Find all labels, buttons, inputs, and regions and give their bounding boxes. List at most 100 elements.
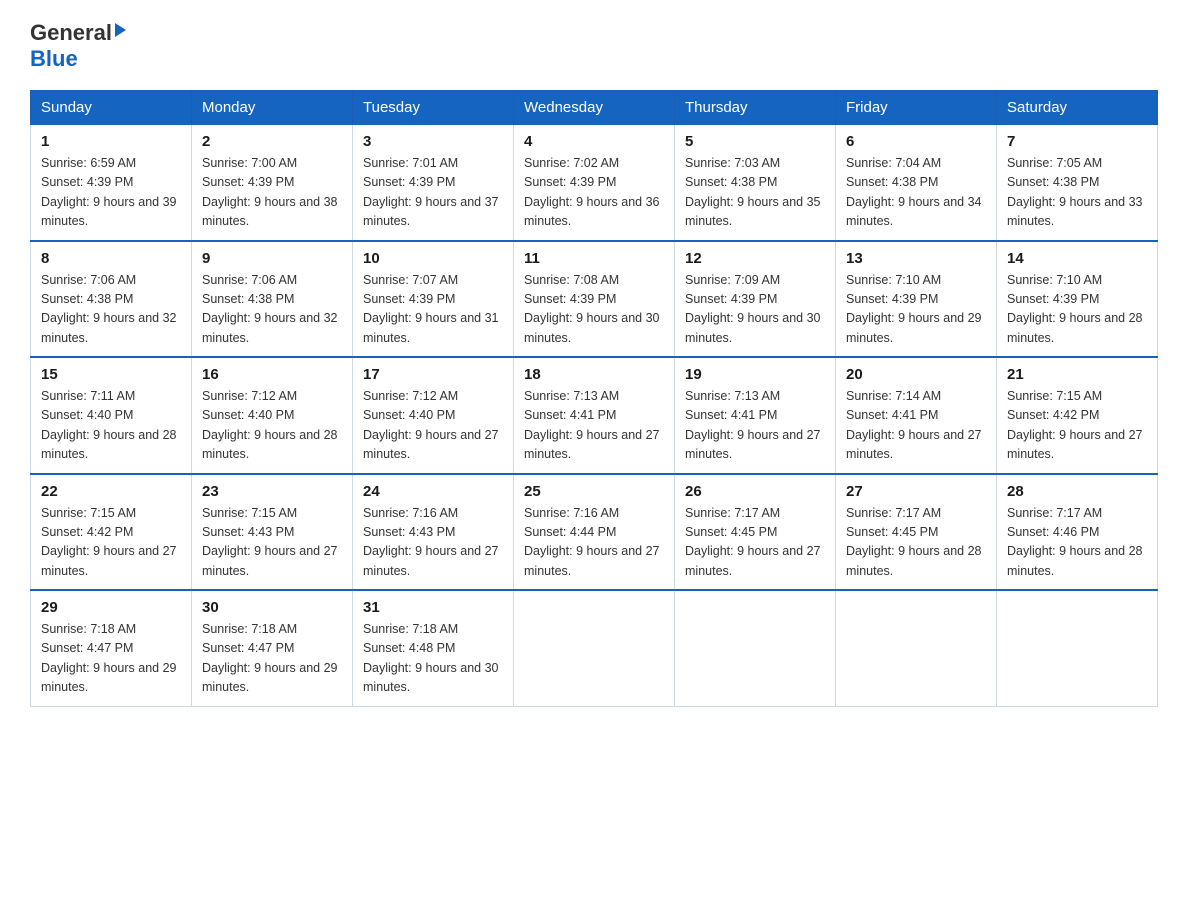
calendar-cell: 5 Sunrise: 7:03 AMSunset: 4:38 PMDaylight… — [675, 125, 836, 241]
day-info: Sunrise: 7:12 AMSunset: 4:40 PMDaylight:… — [363, 387, 503, 465]
day-number: 14 — [1007, 250, 1147, 267]
calendar-cell: 1 Sunrise: 6:59 AMSunset: 4:39 PMDaylight… — [31, 125, 192, 241]
day-info: Sunrise: 7:16 AMSunset: 4:43 PMDaylight:… — [363, 504, 503, 582]
calendar-cell: 27 Sunrise: 7:17 AMSunset: 4:45 PMDayligh… — [836, 474, 997, 591]
day-number: 23 — [202, 483, 342, 500]
day-number: 27 — [846, 483, 986, 500]
day-info: Sunrise: 7:17 AMSunset: 4:45 PMDaylight:… — [685, 504, 825, 582]
day-number: 9 — [202, 250, 342, 267]
header-cell-sunday: Sunday — [31, 91, 192, 125]
calendar-cell: 11 Sunrise: 7:08 AMSunset: 4:39 PMDayligh… — [514, 241, 675, 358]
calendar-cell: 3Sunrise: 7:01 AMSunset: 4:39 PMDaylight… — [353, 125, 514, 241]
week-row-5: 29 Sunrise: 7:18 AMSunset: 4:47 PMDayligh… — [31, 590, 1158, 706]
day-number: 24 — [363, 483, 503, 500]
logo: General Blue — [30, 20, 126, 72]
day-info: Sunrise: 7:17 AMSunset: 4:45 PMDaylight:… — [846, 504, 986, 582]
day-info: Sunrise: 7:02 AMSunset: 4:39 PMDaylight:… — [524, 154, 664, 232]
day-number: 25 — [524, 483, 664, 500]
day-number: 11 — [524, 250, 664, 267]
header-cell-monday: Monday — [192, 91, 353, 125]
day-info: Sunrise: 7:06 AMSunset: 4:38 PMDaylight:… — [41, 271, 181, 349]
calendar-cell: 17 Sunrise: 7:12 AMSunset: 4:40 PMDayligh… — [353, 357, 514, 474]
day-info: Sunrise: 7:00 AMSunset: 4:39 PMDaylight:… — [202, 154, 342, 232]
day-number: 13 — [846, 250, 986, 267]
day-info: Sunrise: 7:15 AMSunset: 4:43 PMDaylight:… — [202, 504, 342, 582]
calendar-cell: 22Sunrise: 7:15 AMSunset: 4:42 PMDayligh… — [31, 474, 192, 591]
day-number: 2 — [202, 133, 342, 150]
calendar-cell: 26 Sunrise: 7:17 AMSunset: 4:45 PMDayligh… — [675, 474, 836, 591]
calendar-cell: 24 Sunrise: 7:16 AMSunset: 4:43 PMDayligh… — [353, 474, 514, 591]
header-cell-friday: Friday — [836, 91, 997, 125]
day-number: 1 — [41, 133, 181, 150]
calendar-cell: 19 Sunrise: 7:13 AMSunset: 4:41 PMDayligh… — [675, 357, 836, 474]
header-cell-wednesday: Wednesday — [514, 91, 675, 125]
week-row-2: 8 Sunrise: 7:06 AMSunset: 4:38 PMDaylight… — [31, 241, 1158, 358]
day-number: 7 — [1007, 133, 1147, 150]
calendar-cell: 25 Sunrise: 7:16 AMSunset: 4:44 PMDayligh… — [514, 474, 675, 591]
week-row-4: 22Sunrise: 7:15 AMSunset: 4:42 PMDayligh… — [31, 474, 1158, 591]
day-info: Sunrise: 7:11 AMSunset: 4:40 PMDaylight:… — [41, 387, 181, 465]
calendar-cell — [675, 590, 836, 706]
calendar-cell — [836, 590, 997, 706]
day-info: Sunrise: 7:09 AMSunset: 4:39 PMDaylight:… — [685, 271, 825, 349]
calendar-cell: 30 Sunrise: 7:18 AMSunset: 4:47 PMDayligh… — [192, 590, 353, 706]
day-number: 29 — [41, 599, 181, 616]
calendar-cell: 31Sunrise: 7:18 AMSunset: 4:48 PMDayligh… — [353, 590, 514, 706]
header-cell-thursday: Thursday — [675, 91, 836, 125]
calendar-cell — [514, 590, 675, 706]
day-number: 8 — [41, 250, 181, 267]
header-cell-tuesday: Tuesday — [353, 91, 514, 125]
calendar-cell: 21 Sunrise: 7:15 AMSunset: 4:42 PMDayligh… — [997, 357, 1158, 474]
day-number: 6 — [846, 133, 986, 150]
calendar-cell: 4 Sunrise: 7:02 AMSunset: 4:39 PMDaylight… — [514, 125, 675, 241]
day-info: Sunrise: 7:18 AMSunset: 4:47 PMDaylight:… — [202, 620, 342, 698]
day-info: Sunrise: 7:15 AMSunset: 4:42 PMDaylight:… — [1007, 387, 1147, 465]
day-info: Sunrise: 7:07 AMSunset: 4:39 PMDaylight:… — [363, 271, 503, 349]
day-number: 10 — [363, 250, 503, 267]
day-number: 21 — [1007, 366, 1147, 383]
calendar-cell: 29 Sunrise: 7:18 AMSunset: 4:47 PMDayligh… — [31, 590, 192, 706]
logo-general-text: General — [30, 20, 112, 46]
day-number: 12 — [685, 250, 825, 267]
day-info: Sunrise: 7:18 AMSunset: 4:47 PMDaylight:… — [41, 620, 181, 698]
day-info: Sunrise: 7:04 AMSunset: 4:38 PMDaylight:… — [846, 154, 986, 232]
day-number: 22 — [41, 483, 181, 500]
day-info: Sunrise: 7:12 AMSunset: 4:40 PMDaylight:… — [202, 387, 342, 465]
day-info: Sunrise: 7:06 AMSunset: 4:38 PMDaylight:… — [202, 271, 342, 349]
day-info: Sunrise: 7:01 AMSunset: 4:39 PMDaylight:… — [363, 154, 503, 232]
header-cell-saturday: Saturday — [997, 91, 1158, 125]
calendar-cell — [997, 590, 1158, 706]
day-number: 15 — [41, 366, 181, 383]
page-container: General Blue SundayMondayTuesdayWednesda… — [30, 20, 1158, 707]
day-number: 16 — [202, 366, 342, 383]
day-info: Sunrise: 7:08 AMSunset: 4:39 PMDaylight:… — [524, 271, 664, 349]
day-info: Sunrise: 7:13 AMSunset: 4:41 PMDaylight:… — [685, 387, 825, 465]
day-number: 30 — [202, 599, 342, 616]
calendar-cell: 2 Sunrise: 7:00 AMSunset: 4:39 PMDaylight… — [192, 125, 353, 241]
calendar-cell: 16 Sunrise: 7:12 AMSunset: 4:40 PMDayligh… — [192, 357, 353, 474]
week-row-1: 1 Sunrise: 6:59 AMSunset: 4:39 PMDaylight… — [31, 125, 1158, 241]
day-number: 5 — [685, 133, 825, 150]
day-info: Sunrise: 7:03 AMSunset: 4:38 PMDaylight:… — [685, 154, 825, 232]
day-number: 17 — [363, 366, 503, 383]
calendar-table: SundayMondayTuesdayWednesdayThursdayFrid… — [30, 90, 1158, 707]
day-info: Sunrise: 6:59 AMSunset: 4:39 PMDaylight:… — [41, 154, 181, 232]
day-number: 19 — [685, 366, 825, 383]
day-number: 26 — [685, 483, 825, 500]
day-info: Sunrise: 7:14 AMSunset: 4:41 PMDaylight:… — [846, 387, 986, 465]
day-info: Sunrise: 7:10 AMSunset: 4:39 PMDaylight:… — [1007, 271, 1147, 349]
calendar-cell: 9 Sunrise: 7:06 AMSunset: 4:38 PMDaylight… — [192, 241, 353, 358]
logo-blue-text: Blue — [30, 46, 78, 71]
calendar-cell: 8 Sunrise: 7:06 AMSunset: 4:38 PMDaylight… — [31, 241, 192, 358]
week-row-3: 15 Sunrise: 7:11 AMSunset: 4:40 PMDayligh… — [31, 357, 1158, 474]
day-number: 18 — [524, 366, 664, 383]
calendar-cell: 7Sunrise: 7:05 AMSunset: 4:38 PMDaylight… — [997, 125, 1158, 241]
calendar-cell: 23 Sunrise: 7:15 AMSunset: 4:43 PMDayligh… — [192, 474, 353, 591]
calendar-cell: 13Sunrise: 7:10 AMSunset: 4:39 PMDayligh… — [836, 241, 997, 358]
header-row: SundayMondayTuesdayWednesdayThursdayFrid… — [31, 91, 1158, 125]
day-number: 4 — [524, 133, 664, 150]
logo-arrow-icon — [115, 23, 126, 37]
day-info: Sunrise: 7:13 AMSunset: 4:41 PMDaylight:… — [524, 387, 664, 465]
day-number: 28 — [1007, 483, 1147, 500]
day-info: Sunrise: 7:16 AMSunset: 4:44 PMDaylight:… — [524, 504, 664, 582]
